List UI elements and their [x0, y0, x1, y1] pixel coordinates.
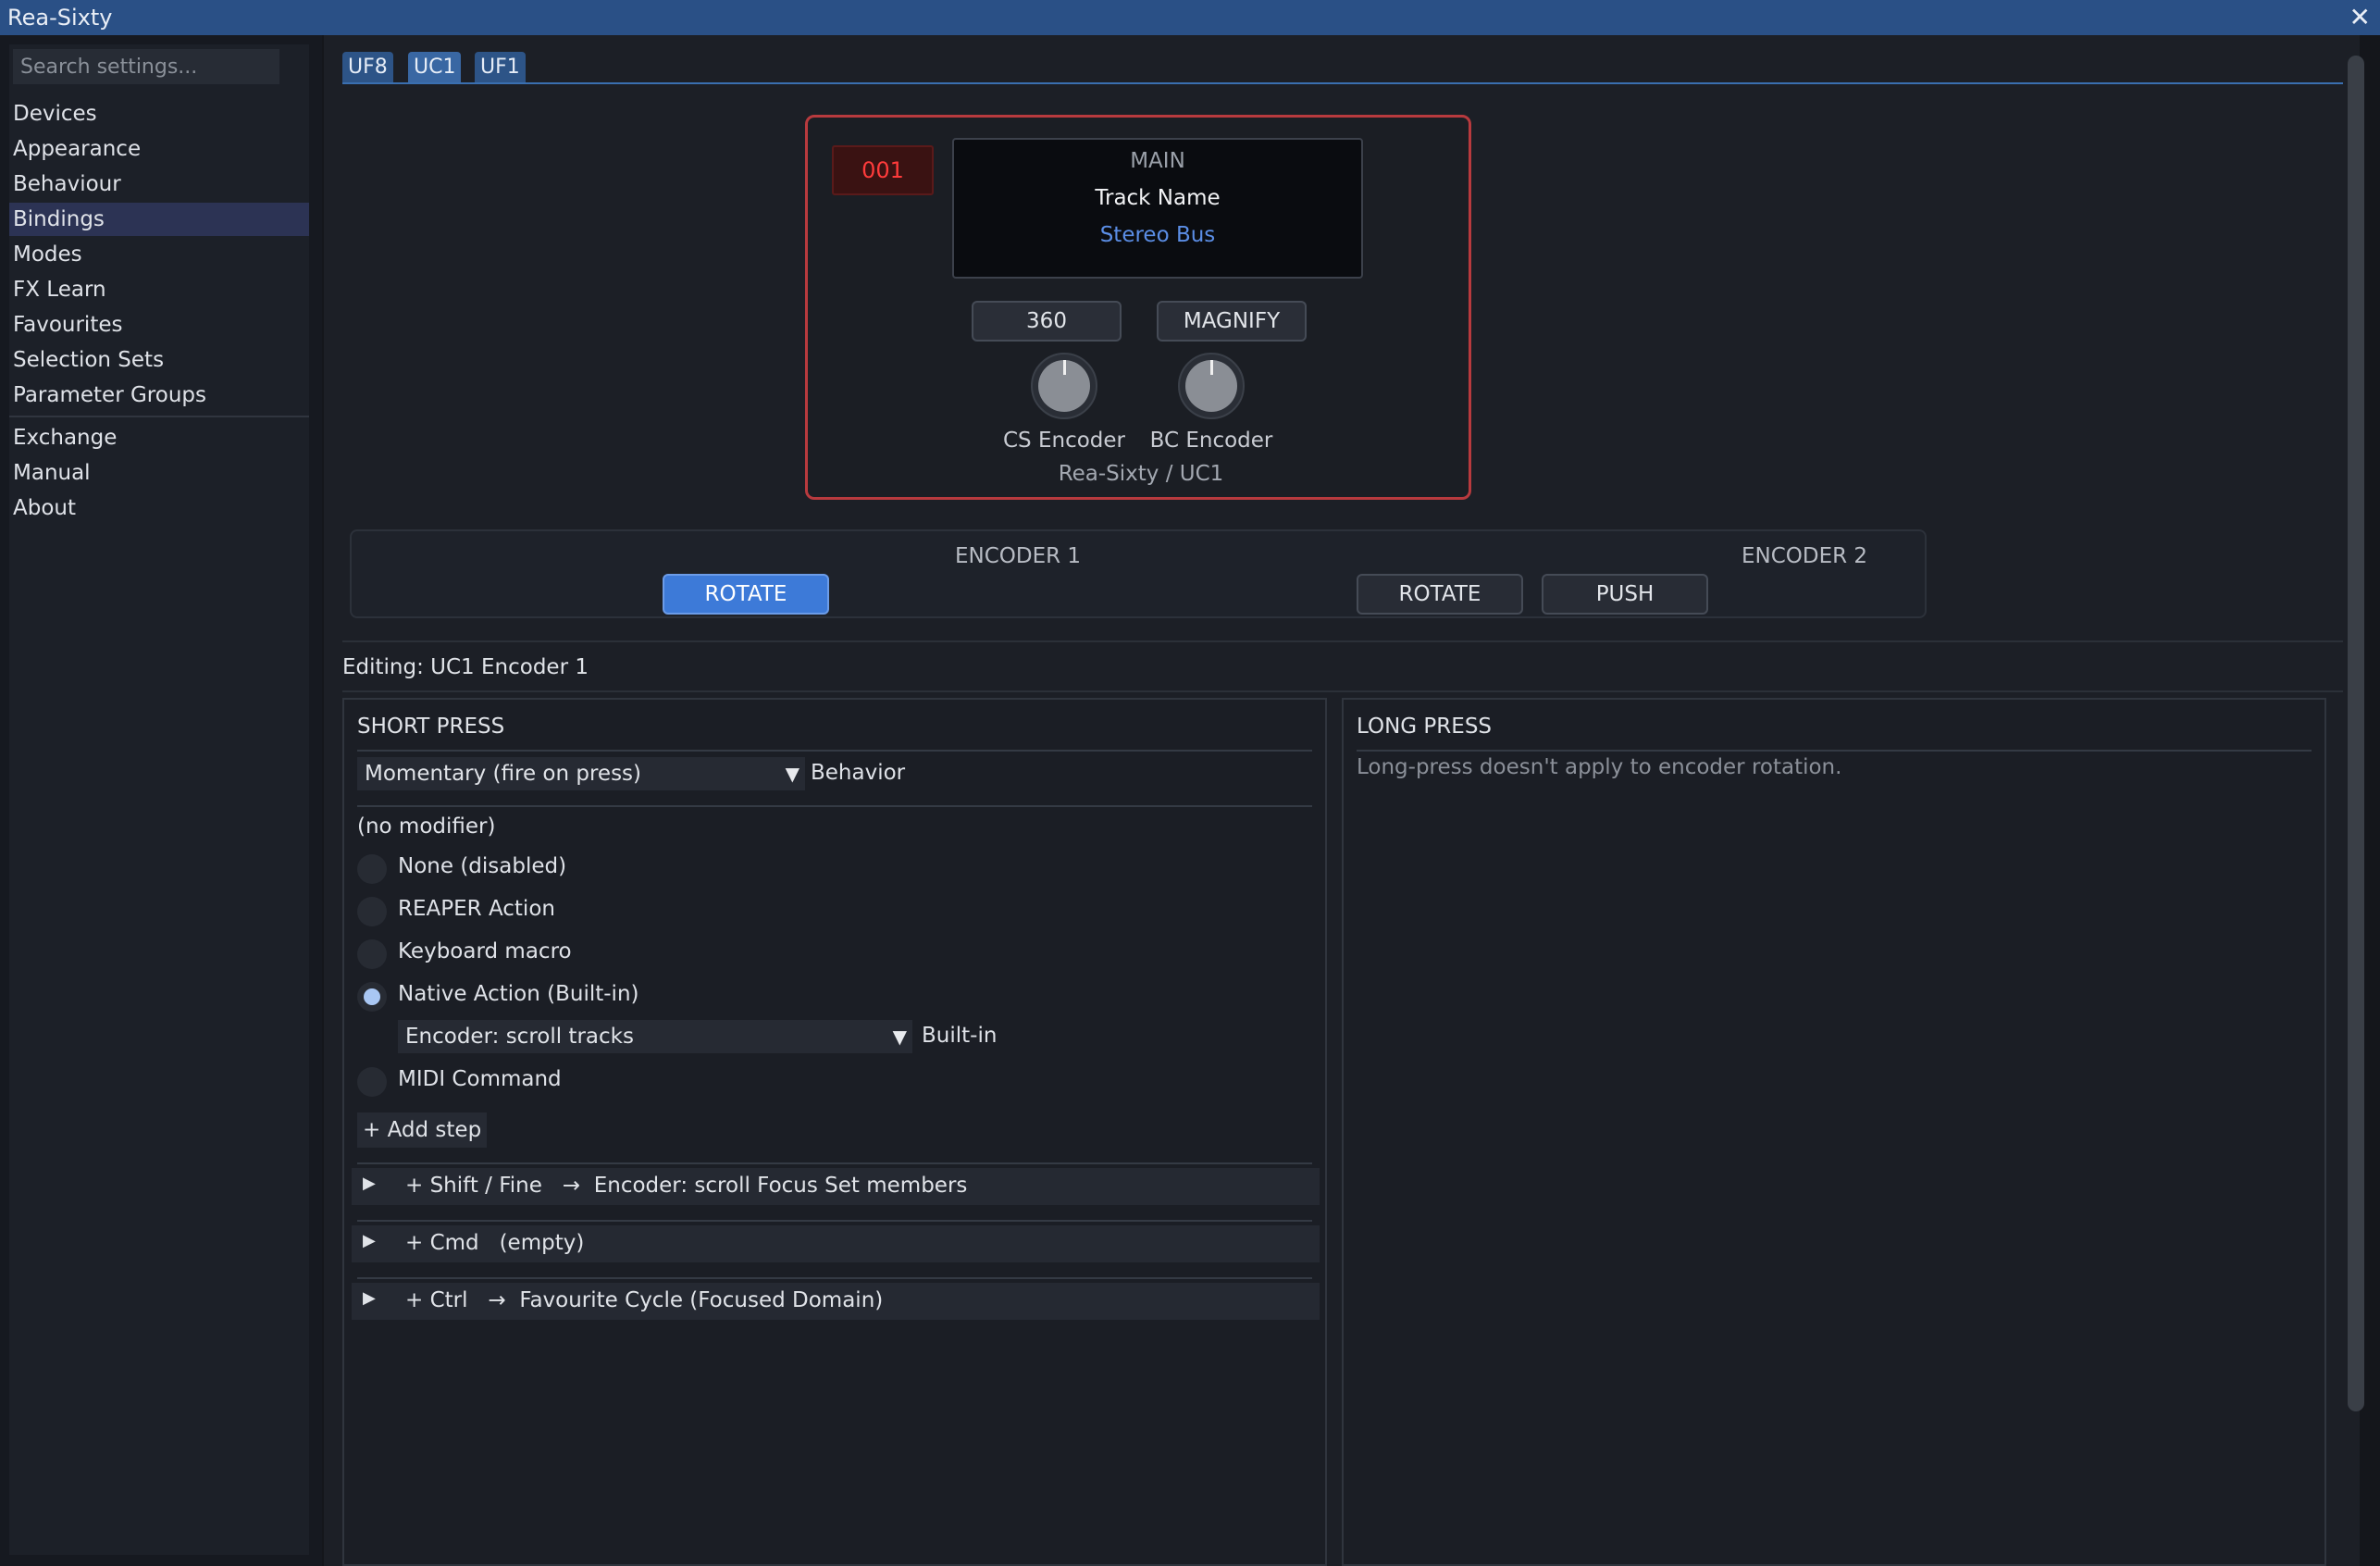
native-action-dropdown[interactable]: Encoder: scroll tracks ▼ [398, 1020, 912, 1053]
long-press-panel: LONG PRESS Long-press doesn't apply to e… [1342, 698, 2326, 1566]
device-caption: Rea-Sixty / UC1 [1058, 462, 1224, 486]
short-press-title: SHORT PRESS [357, 715, 505, 739]
divider [342, 690, 2343, 692]
device-magnify-button[interactable]: MAGNIFY [1157, 301, 1307, 342]
radio-native-action[interactable]: Native Action (Built-in) [357, 979, 727, 1013]
bc-encoder-label: BC Encoder [1149, 429, 1273, 453]
search-input[interactable] [13, 49, 279, 84]
encoder2-rotate-button[interactable]: ROTATE [1357, 574, 1523, 615]
modifier-row-text: + Cmd (empty) [405, 1231, 585, 1255]
modifier-row-text: + Shift / Fine → Encoder: scroll Focus S… [405, 1174, 968, 1198]
divider [357, 1277, 1312, 1279]
sidebar-item-favourites[interactable]: Favourites [9, 308, 309, 342]
divider [357, 1162, 1312, 1164]
tab-uf8[interactable]: UF8 [342, 52, 393, 83]
device-360-button[interactable]: 360 [972, 301, 1122, 342]
screen-mode: MAIN [1130, 149, 1185, 173]
radio-label: Keyboard macro [398, 939, 572, 963]
modifier-label: (no modifier) [357, 814, 496, 839]
radio-keyboard-macro[interactable]: Keyboard macro [357, 937, 727, 970]
dropdown-arrow-icon: ▼ [892, 1025, 907, 1048]
encoder2-title: ENCODER 2 [1741, 544, 1868, 568]
sidebar-item-exchange[interactable]: Exchange [9, 421, 309, 454]
device-preview-panel: 001 MAIN Track Name Stereo Bus 360 MAGNI… [805, 115, 1471, 500]
cs-encoder-label: CS Encoder [1002, 429, 1125, 453]
sidebar-item-behaviour[interactable]: Behaviour [9, 168, 309, 201]
expand-triangle-icon[interactable]: ▶ [363, 1174, 376, 1193]
radio-dot [364, 988, 380, 1005]
divider [357, 750, 1312, 752]
tab-uc1[interactable]: UC1 [408, 52, 462, 83]
encoder1-rotate-button[interactable]: ROTATE [663, 574, 829, 615]
screen-track-label: Track Name [1095, 186, 1221, 210]
sidebar-item-modes[interactable]: Modes [9, 238, 309, 271]
window-title: Rea-Sixty [7, 5, 113, 31]
radio-button[interactable] [357, 939, 387, 969]
radio-midi-command[interactable]: MIDI Command [357, 1064, 727, 1098]
sidebar-panel: Devices Appearance Behaviour Bindings Mo… [9, 44, 309, 1555]
long-press-title: LONG PRESS [1357, 715, 1493, 739]
encoder1-title: ENCODER 1 [954, 544, 1082, 568]
divider [1357, 750, 2312, 752]
radio-button-selected[interactable] [357, 982, 387, 1012]
behavior-label: Behavior [811, 761, 906, 785]
knob-indicator [1210, 360, 1213, 375]
sidebar: Devices Appearance Behaviour Bindings Mo… [0, 35, 322, 1566]
radio-label: Native Action (Built-in) [398, 982, 639, 1006]
modifier-row-shift[interactable]: ▶ + Shift / Fine → Encoder: scroll Focus… [352, 1168, 1320, 1205]
sidebar-divider [9, 416, 309, 417]
radio-none-disabled[interactable]: None (disabled) [357, 851, 727, 885]
radio-label: None (disabled) [398, 854, 567, 878]
divider [342, 640, 2343, 642]
expand-triangle-icon[interactable]: ▶ [363, 1231, 376, 1250]
screen-track-value: Stereo Bus [1099, 223, 1216, 247]
cs-encoder-knob[interactable] [1031, 353, 1097, 419]
sidebar-item-bindings[interactable]: Bindings [9, 203, 309, 236]
behavior-dropdown-value: Momentary (fire on press) [365, 762, 642, 786]
editing-label: Editing: UC1 Encoder 1 [342, 655, 589, 679]
short-press-panel: SHORT PRESS Momentary (fire on press) ▼ … [342, 698, 1327, 1566]
device-screen: MAIN Track Name Stereo Bus [952, 138, 1363, 279]
close-icon[interactable]: ✕ [2349, 2, 2371, 32]
sidebar-item-about[interactable]: About [9, 491, 309, 525]
radio-label: REAPER Action [398, 897, 555, 921]
sidebar-item-appearance[interactable]: Appearance [9, 132, 309, 166]
radio-label: MIDI Command [398, 1067, 562, 1091]
add-step-button[interactable]: + Add step [357, 1112, 488, 1148]
divider [357, 1220, 1312, 1222]
divider [357, 805, 1312, 807]
radio-button[interactable] [357, 1067, 387, 1097]
dropdown-arrow-icon: ▼ [785, 763, 800, 785]
sidebar-item-fx-learn[interactable]: FX Learn [9, 273, 309, 306]
sidebar-item-selection-sets[interactable]: Selection Sets [9, 343, 309, 377]
tab-underline [342, 82, 2343, 84]
expand-triangle-icon[interactable]: ▶ [363, 1288, 376, 1308]
vertical-scrollbar[interactable] [2348, 56, 2364, 1411]
radio-button[interactable] [357, 897, 387, 926]
sidebar-item-devices[interactable]: Devices [9, 97, 309, 130]
native-action-dropdown-value: Encoder: scroll tracks [405, 1025, 634, 1049]
bc-encoder-knob[interactable] [1178, 353, 1245, 419]
radio-reaper-action[interactable]: REAPER Action [357, 894, 727, 927]
sidebar-item-parameter-groups[interactable]: Parameter Groups [9, 379, 309, 412]
channel-number-display: 001 [832, 145, 934, 195]
behavior-dropdown[interactable]: Momentary (fire on press) ▼ [357, 757, 805, 790]
tab-uf1[interactable]: UF1 [475, 52, 526, 83]
window-titlebar: Rea-Sixty ✕ [0, 0, 2380, 35]
long-press-note: Long-press doesn't apply to encoder rota… [1357, 755, 1842, 779]
encoder-selector-bar: ENCODER 1 ROTATE ENCODER 2 ROTATE PUSH [350, 529, 1927, 618]
modifier-row-text: + Ctrl → Favourite Cycle (Focused Domain… [405, 1288, 884, 1312]
encoder2-push-button[interactable]: PUSH [1542, 574, 1708, 615]
native-action-label: Built-in [922, 1024, 998, 1048]
radio-button[interactable] [357, 854, 387, 884]
knob-indicator [1063, 360, 1066, 375]
sidebar-item-manual[interactable]: Manual [9, 456, 309, 490]
modifier-row-cmd[interactable]: ▶ + Cmd (empty) [352, 1225, 1320, 1262]
modifier-row-ctrl[interactable]: ▶ + Ctrl → Favourite Cycle (Focused Doma… [352, 1283, 1320, 1320]
